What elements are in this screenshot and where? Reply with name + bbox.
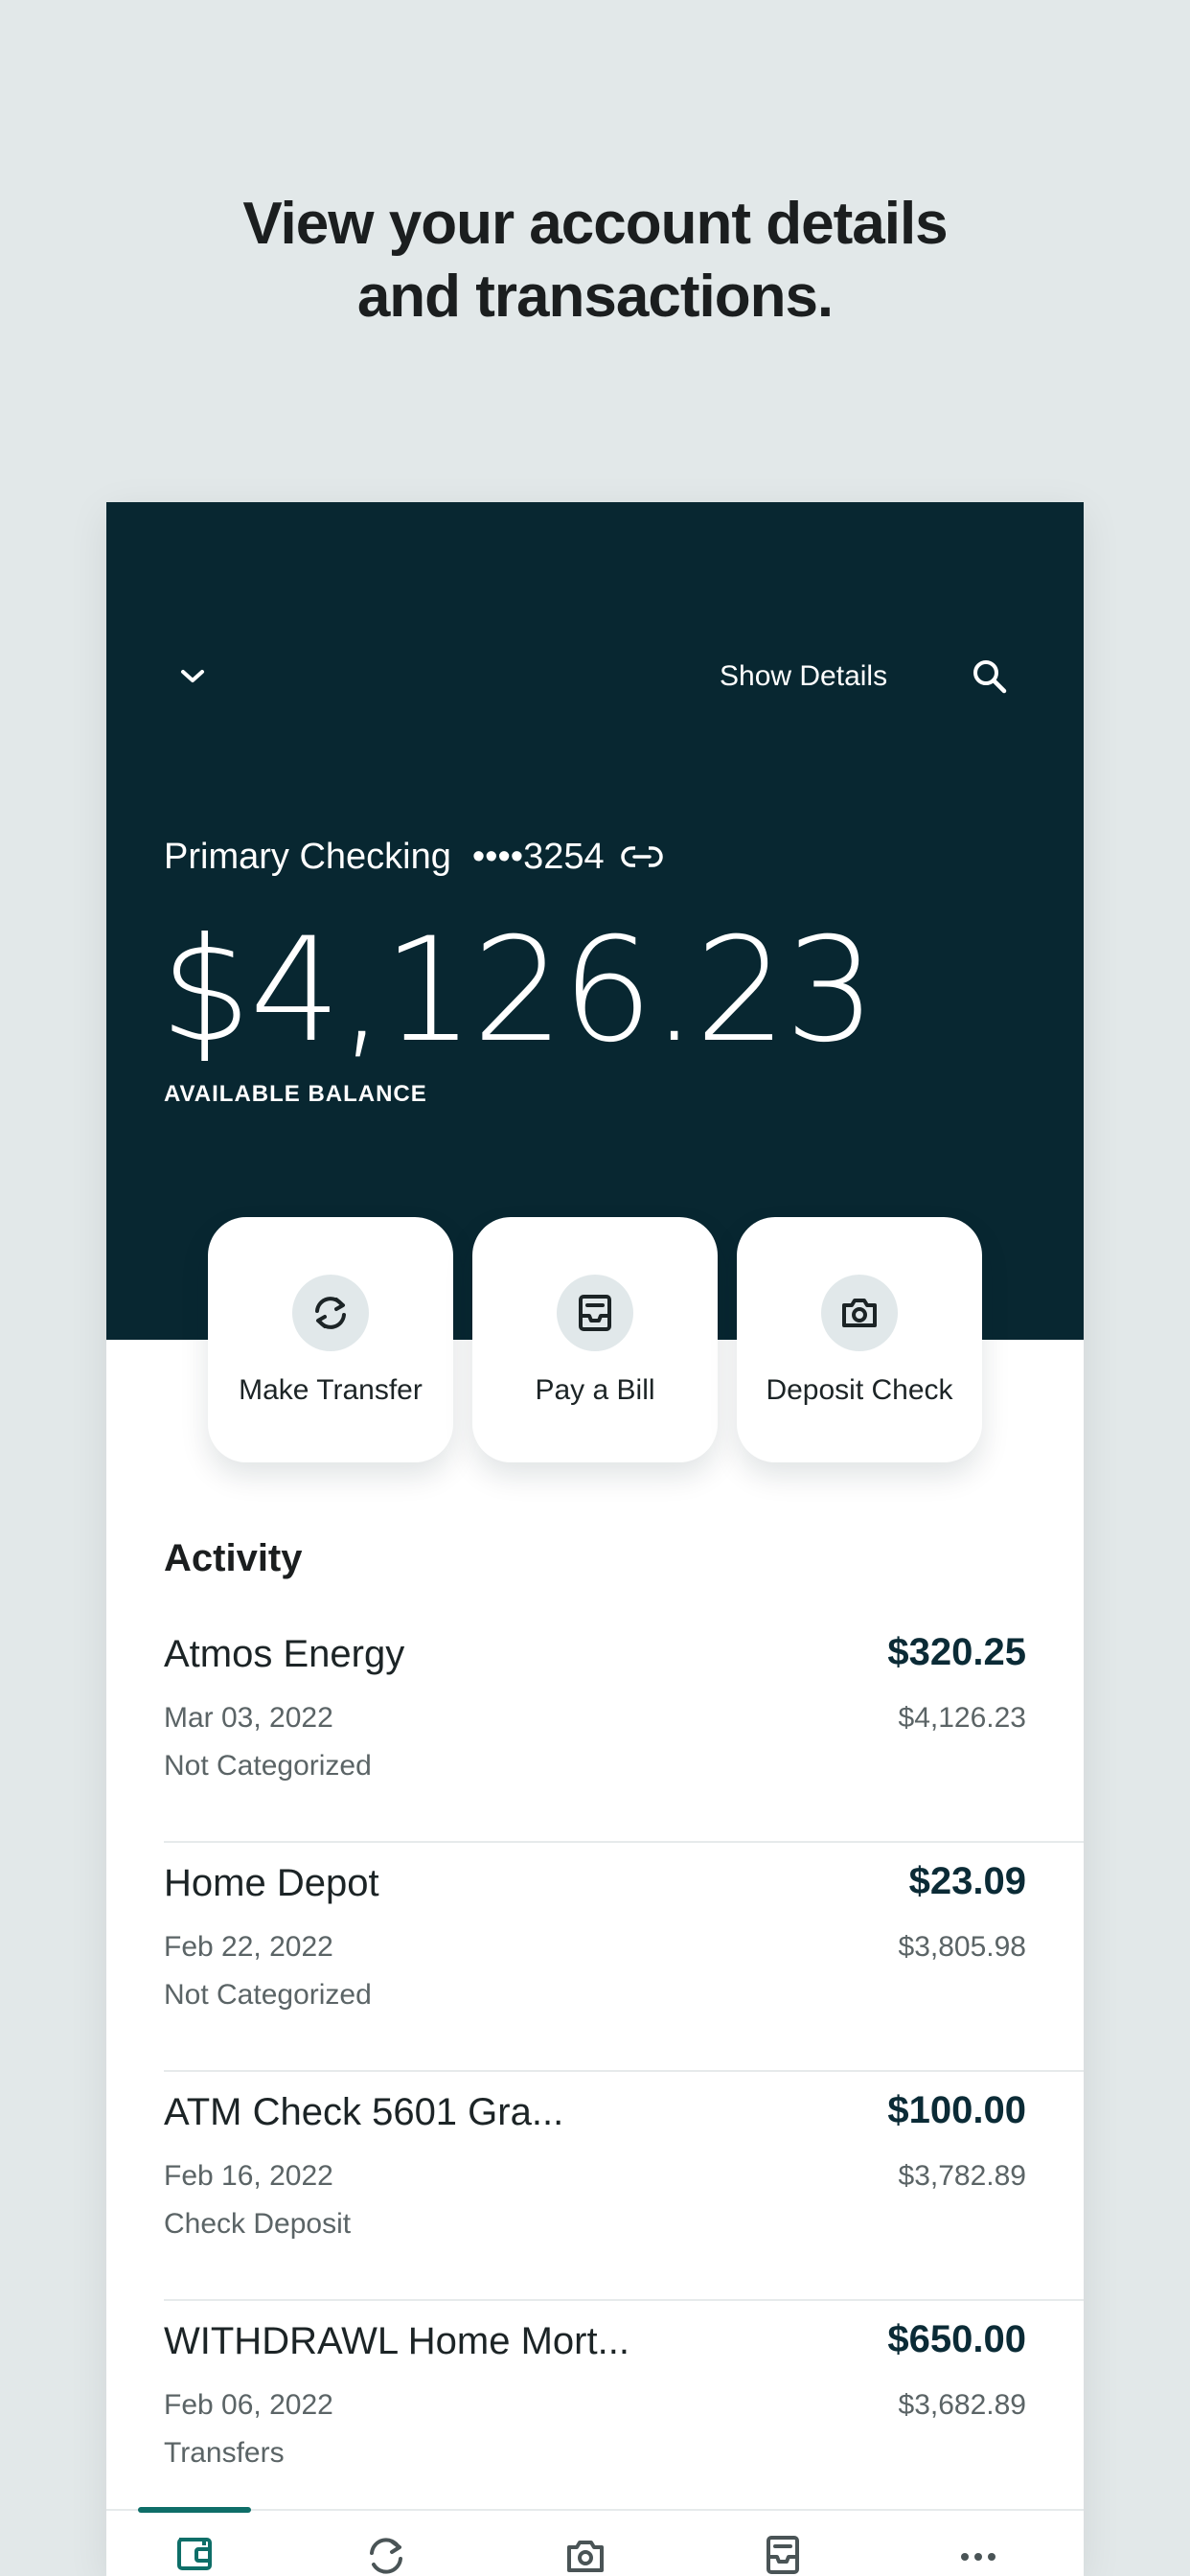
chevron-down-icon bbox=[181, 670, 204, 682]
show-details-button[interactable]: Show Details bbox=[720, 656, 887, 698]
transaction-running-balance: $3,682.89 bbox=[898, 2389, 1026, 2421]
transaction-row[interactable]: WITHDRAWL Home Mort... Feb 06, 2022 Tran… bbox=[164, 2301, 1084, 2530]
transaction-date: Mar 03, 2022 bbox=[164, 1702, 333, 1734]
account-hero: Show Details Primary Checking ••••3254 $… bbox=[106, 502, 1084, 1340]
transaction-category: Not Categorized bbox=[164, 1979, 372, 2011]
tab-deposit[interactable] bbox=[557, 2532, 614, 2576]
transaction-amount: $23.09 bbox=[908, 1860, 1026, 1902]
quick-actions: Make Transfer Pay a Bill Deposit Check bbox=[208, 1217, 982, 1462]
transaction-amount: $100.00 bbox=[887, 2089, 1026, 2131]
transaction-running-balance: $3,805.98 bbox=[898, 1931, 1026, 1963]
available-balance-label: AVAILABLE BALANCE bbox=[164, 1081, 427, 1107]
transaction-category: Transfers bbox=[164, 2437, 285, 2469]
transfer-icon bbox=[370, 2538, 402, 2574]
headline-line-1: View your account details bbox=[242, 191, 948, 257]
more-icon bbox=[961, 2553, 995, 2561]
transaction-row[interactable]: Atmos Energy Mar 03, 2022 Not Categorize… bbox=[164, 1614, 1084, 1843]
tab-more[interactable] bbox=[950, 2532, 1007, 2576]
deposit-check-button[interactable]: Deposit Check bbox=[737, 1217, 982, 1462]
make-transfer-button[interactable]: Make Transfer bbox=[208, 1217, 453, 1462]
transaction-row[interactable]: ATM Check 5601 Gra... Feb 16, 2022 Check… bbox=[164, 2072, 1084, 2301]
search-icon bbox=[973, 660, 1007, 694]
bottom-tab-bar bbox=[106, 2507, 1084, 2576]
transaction-row[interactable]: Home Depot Feb 22, 2022 Not Categorized … bbox=[164, 1843, 1084, 2072]
headline: View your account details and transactio… bbox=[0, 188, 1190, 334]
transaction-amount: $650.00 bbox=[887, 2318, 1026, 2360]
transaction-date: Feb 16, 2022 bbox=[164, 2160, 333, 2192]
transaction-name: Atmos Energy bbox=[164, 1633, 405, 1675]
available-balance-value: $4,126.23 bbox=[160, 908, 876, 1074]
transaction-running-balance: $3,782.89 bbox=[898, 2160, 1026, 2192]
account-switcher-button[interactable] bbox=[173, 657, 212, 696]
activity-title: Activity bbox=[164, 1537, 303, 1579]
pay-bill-label: Pay a Bill bbox=[535, 1374, 655, 1406]
transaction-running-balance: $4,126.23 bbox=[898, 1702, 1026, 1734]
bill-icon bbox=[767, 2536, 799, 2574]
transfer-icon bbox=[292, 1275, 369, 1351]
account-mask: ••••3254 bbox=[471, 836, 605, 877]
deposit-check-label: Deposit Check bbox=[766, 1374, 953, 1406]
bill-icon bbox=[557, 1275, 633, 1351]
camera-icon bbox=[821, 1275, 898, 1351]
tab-transfers[interactable] bbox=[357, 2532, 415, 2576]
tab-bill-pay[interactable] bbox=[754, 2532, 812, 2576]
transaction-name: WITHDRAWL Home Mort... bbox=[164, 2320, 629, 2362]
transaction-list: Atmos Energy Mar 03, 2022 Not Categorize… bbox=[164, 1614, 1084, 2530]
app-screen: Show Details Primary Checking ••••3254 $… bbox=[106, 502, 1084, 2576]
search-button[interactable] bbox=[965, 652, 1015, 702]
transaction-amount: $320.25 bbox=[887, 1631, 1026, 1673]
link-icon[interactable] bbox=[620, 842, 664, 871]
transaction-name: ATM Check 5601 Gra... bbox=[164, 2091, 564, 2133]
headline-line-2: and transactions. bbox=[356, 264, 834, 330]
active-tab-indicator bbox=[138, 2507, 251, 2513]
account-row: Primary Checking ••••3254 bbox=[164, 828, 664, 886]
transaction-name: Home Depot bbox=[164, 1862, 379, 1904]
make-transfer-label: Make Transfer bbox=[239, 1374, 423, 1406]
transaction-date: Feb 22, 2022 bbox=[164, 1931, 333, 1963]
transaction-category: Not Categorized bbox=[164, 1750, 372, 1782]
wallet-icon bbox=[177, 2538, 212, 2570]
transaction-category: Check Deposit bbox=[164, 2208, 352, 2240]
camera-icon bbox=[567, 2541, 604, 2572]
transaction-date: Feb 06, 2022 bbox=[164, 2389, 333, 2421]
account-name: Primary Checking bbox=[164, 836, 451, 877]
tab-accounts[interactable] bbox=[166, 2532, 223, 2576]
pay-bill-button[interactable]: Pay a Bill bbox=[472, 1217, 718, 1462]
